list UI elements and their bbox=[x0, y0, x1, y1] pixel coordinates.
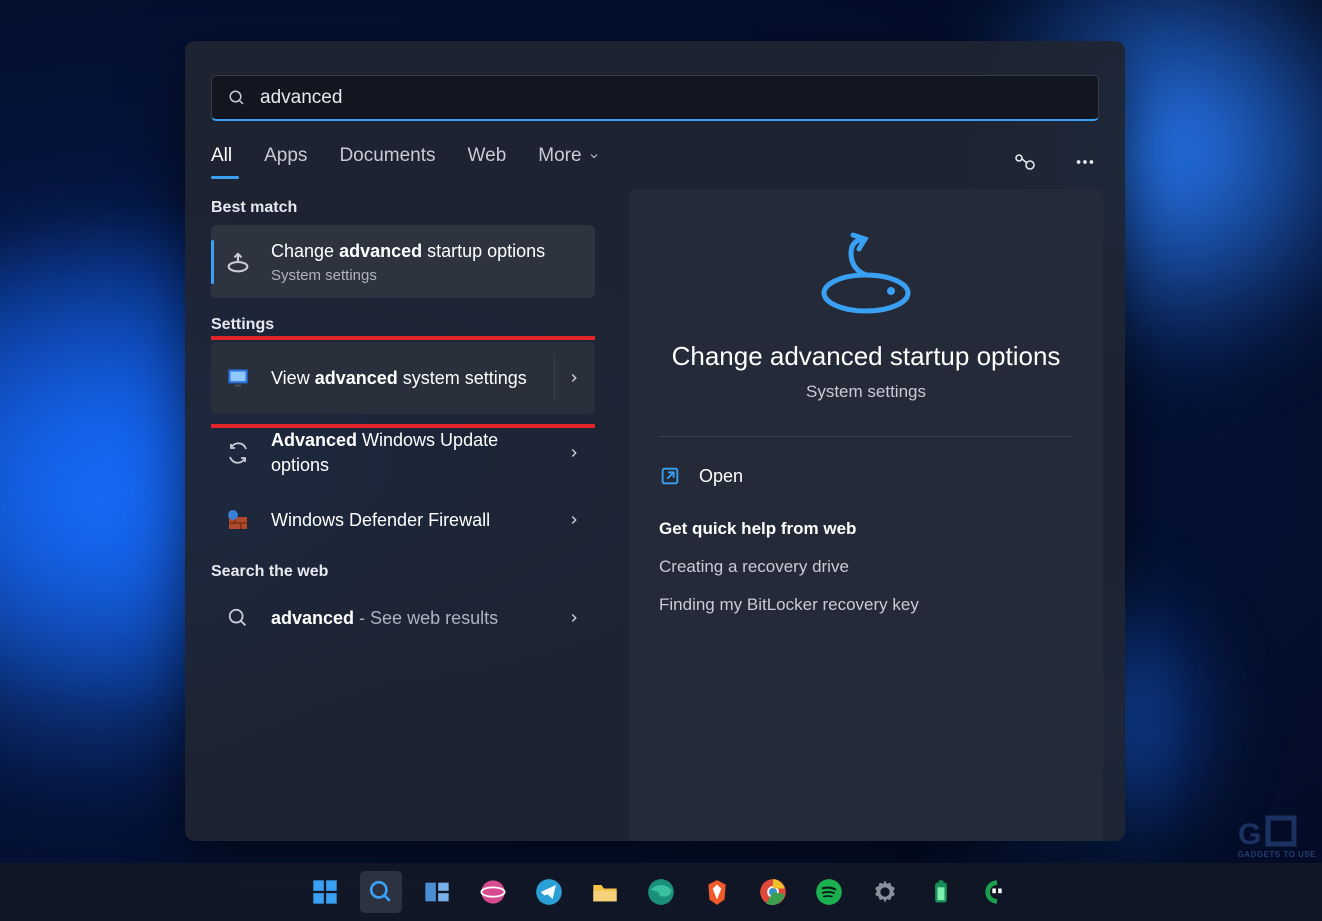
result-title: View advanced system settings bbox=[271, 366, 546, 390]
start-icon[interactable] bbox=[304, 871, 346, 913]
battery-icon[interactable] bbox=[920, 871, 962, 913]
filter-web[interactable]: Web bbox=[468, 145, 507, 179]
result-title: advanced - See web results bbox=[271, 606, 559, 630]
chevron-right-icon[interactable] bbox=[567, 611, 583, 625]
search-icon bbox=[223, 603, 253, 633]
result-windows-update[interactable]: Advanced Windows Update options bbox=[211, 414, 595, 491]
search-input[interactable] bbox=[260, 87, 1082, 109]
filter-row: All Apps Documents Web More bbox=[185, 121, 1125, 179]
chevron-down-icon bbox=[588, 150, 600, 162]
result-title: Windows Defender Firewall bbox=[271, 508, 559, 532]
edge-icon[interactable] bbox=[640, 871, 682, 913]
telegram-icon[interactable] bbox=[528, 871, 570, 913]
help-link-bitlocker[interactable]: Finding my BitLocker recovery key bbox=[659, 595, 1073, 615]
spotify-icon[interactable] bbox=[808, 871, 850, 913]
detail-title: Change advanced startup options bbox=[659, 341, 1073, 372]
filter-more-label: More bbox=[538, 145, 581, 167]
filter-more[interactable]: More bbox=[538, 145, 599, 179]
filter-all[interactable]: All bbox=[211, 145, 232, 179]
result-defender-firewall[interactable]: Windows Defender Firewall bbox=[211, 491, 595, 549]
filter-apps[interactable]: Apps bbox=[264, 145, 307, 179]
search-bar[interactable] bbox=[211, 75, 1099, 121]
watermark: G GADGETS TO USE bbox=[1238, 812, 1316, 859]
section-search-web: Search the web bbox=[211, 563, 595, 581]
section-best-match: Best match bbox=[211, 199, 595, 217]
result-title: Change advanced startup options bbox=[271, 239, 583, 263]
brave-icon[interactable] bbox=[696, 871, 738, 913]
chevron-right-icon[interactable] bbox=[567, 371, 583, 385]
more-icon[interactable] bbox=[1071, 148, 1099, 176]
firewall-icon bbox=[223, 505, 253, 535]
taskbar bbox=[0, 863, 1322, 921]
results-column: Best match Change advanced startup optio… bbox=[211, 189, 595, 841]
taskview-icon[interactable] bbox=[416, 871, 458, 913]
chevron-right-icon[interactable] bbox=[567, 513, 583, 527]
sync-icon bbox=[223, 438, 253, 468]
detail-pane: Change advanced startup options System s… bbox=[629, 189, 1103, 841]
startup-icon bbox=[223, 247, 253, 277]
open-icon bbox=[659, 465, 681, 487]
snip-icon[interactable] bbox=[472, 871, 514, 913]
svg-text:G: G bbox=[1238, 818, 1261, 850]
search-icon bbox=[228, 89, 246, 107]
result-web-search[interactable]: advanced - See web results bbox=[211, 589, 595, 647]
monitor-icon bbox=[223, 363, 253, 393]
result-best-match[interactable]: Change advanced startup options System s… bbox=[211, 225, 595, 298]
settings-icon[interactable] bbox=[864, 871, 906, 913]
help-header: Get quick help from web bbox=[659, 519, 1073, 539]
chrome-icon[interactable] bbox=[752, 871, 794, 913]
explorer-icon[interactable] bbox=[584, 871, 626, 913]
result-advanced-system-settings[interactable]: View advanced system settings bbox=[211, 342, 595, 414]
result-title: Advanced Windows Update options bbox=[271, 428, 559, 477]
open-label: Open bbox=[699, 466, 743, 487]
detail-subtitle: System settings bbox=[659, 382, 1073, 402]
filter-documents[interactable]: Documents bbox=[339, 145, 435, 179]
chevron-right-icon[interactable] bbox=[567, 446, 583, 460]
result-subtitle: System settings bbox=[271, 267, 583, 284]
startup-large-icon bbox=[811, 229, 921, 319]
chat-icon[interactable] bbox=[1011, 148, 1039, 176]
help-link-recovery-drive[interactable]: Creating a recovery drive bbox=[659, 557, 1073, 577]
search-icon[interactable] bbox=[360, 871, 402, 913]
open-button[interactable]: Open bbox=[659, 461, 1073, 491]
hangouts-icon[interactable] bbox=[976, 871, 1018, 913]
section-settings: Settings bbox=[211, 316, 595, 334]
windows-search-panel: All Apps Documents Web More Best match bbox=[185, 41, 1125, 841]
